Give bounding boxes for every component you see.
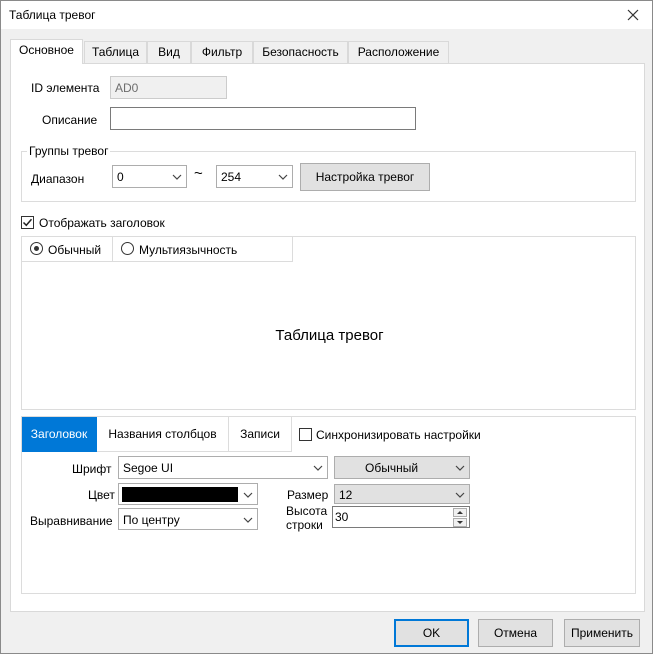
range-label: Диапазон — [31, 172, 85, 186]
chevron-down-icon — [278, 174, 288, 180]
close-icon — [627, 9, 639, 21]
alarm-table-dialog: Таблица тревог Основное Таблица Вид Филь… — [0, 0, 653, 654]
chevron-down-icon — [172, 174, 182, 180]
settings-tab-header[interactable]: Заголовок — [22, 417, 97, 452]
show-header-checkbox[interactable] — [21, 216, 34, 229]
spin-up-button[interactable] — [453, 508, 467, 517]
preview-title: Таблица тревог — [275, 327, 384, 344]
window-title: Таблица тревог — [9, 8, 96, 22]
size-select[interactable]: 12 — [334, 484, 470, 504]
tab-view[interactable]: Вид — [147, 41, 191, 63]
size-label: Размер — [287, 488, 329, 502]
settings-tab-column-names[interactable]: Названия столбцов — [97, 417, 229, 452]
spin-down-button[interactable] — [453, 518, 467, 527]
alarm-settings-button[interactable]: Настройка тревог — [300, 163, 430, 191]
alignment-value: По центру — [123, 513, 180, 527]
tab-label: Основное — [19, 43, 74, 57]
sync-settings-checkbox[interactable] — [299, 428, 312, 441]
mode-normal-radio[interactable] — [30, 242, 43, 255]
description-label: Описание — [42, 113, 98, 127]
tab-label: Безопасность — [262, 45, 339, 59]
size-value: 12 — [339, 488, 353, 502]
description-field[interactable] — [110, 107, 416, 130]
range-separator: ~ — [194, 165, 203, 182]
alarm-groups-title: Группы тревог — [27, 144, 111, 158]
ok-button[interactable]: OK — [394, 619, 469, 647]
font-style-value: Обычный — [365, 461, 419, 475]
mode-multilang-label: Мультиязычность — [139, 243, 238, 257]
tab-label: Таблица — [91, 45, 140, 59]
mode-multilang-option[interactable]: Мультиязычность — [113, 237, 293, 262]
element-id-field — [110, 76, 227, 99]
mode-normal-option[interactable]: Обычный — [22, 237, 113, 262]
cancel-button[interactable]: Отмена — [478, 619, 553, 647]
tab-filter[interactable]: Фильтр — [191, 41, 253, 63]
title-bar: Таблица тревог — [1, 1, 652, 29]
general-tab-panel: ID элемента Описание Группы тревог Диапа… — [10, 63, 645, 612]
range-to-value: 254 — [221, 170, 242, 184]
alignment-label: Выравнивание — [30, 514, 113, 528]
header-preview: Обычный Мультиязычность Таблица тревог — [21, 236, 636, 410]
row-height-value: 30 — [335, 510, 349, 524]
show-header-label: Отображать заголовок — [39, 216, 165, 230]
element-id-label: ID элемента — [31, 81, 100, 95]
chevron-down-icon — [313, 465, 323, 471]
tab-security[interactable]: Безопасность — [253, 41, 348, 63]
mode-multilang-radio[interactable] — [121, 242, 134, 255]
chevron-down-icon — [455, 492, 465, 498]
settings-tab-records[interactable]: Записи — [229, 417, 292, 452]
font-value: Segoe UI — [123, 461, 174, 475]
mode-normal-label: Обычный — [48, 243, 102, 257]
row-height-spinner[interactable]: 30 — [332, 506, 470, 528]
tab-general[interactable]: Основное — [10, 39, 83, 64]
tab-table[interactable]: Таблица — [84, 41, 147, 63]
apply-button[interactable]: Применить — [564, 619, 640, 647]
triangle-down-icon — [457, 521, 463, 524]
color-swatch — [122, 487, 238, 502]
alignment-select[interactable]: По центру — [118, 508, 258, 530]
range-from-value: 0 — [117, 170, 124, 184]
checkmark-icon — [22, 218, 33, 227]
tab-position[interactable]: Расположение — [348, 41, 449, 63]
chevron-down-icon — [455, 465, 465, 471]
tab-label: Фильтр — [201, 45, 243, 59]
chevron-down-icon — [243, 517, 253, 523]
sync-settings-label: Синхронизировать настройки — [316, 428, 481, 442]
color-select[interactable] — [118, 483, 258, 505]
chevron-down-icon — [243, 492, 253, 498]
row-height-label-line2: строки — [286, 518, 323, 532]
color-label: Цвет — [88, 488, 115, 502]
font-label: Шрифт — [72, 462, 112, 476]
range-to-select[interactable]: 254 — [216, 165, 293, 188]
header-settings: Заголовок Названия столбцов Записи Синхр… — [21, 416, 636, 594]
tab-label: Расположение — [357, 45, 440, 59]
row-height-spin-buttons — [453, 508, 467, 527]
close-button[interactable] — [620, 3, 646, 27]
font-style-select[interactable]: Обычный — [334, 456, 470, 479]
range-from-select[interactable]: 0 — [112, 165, 187, 188]
tab-label: Вид — [158, 45, 180, 59]
triangle-up-icon — [457, 511, 463, 514]
row-height-label-line1: Высота — [286, 504, 328, 518]
font-select[interactable]: Segoe UI — [118, 456, 328, 479]
